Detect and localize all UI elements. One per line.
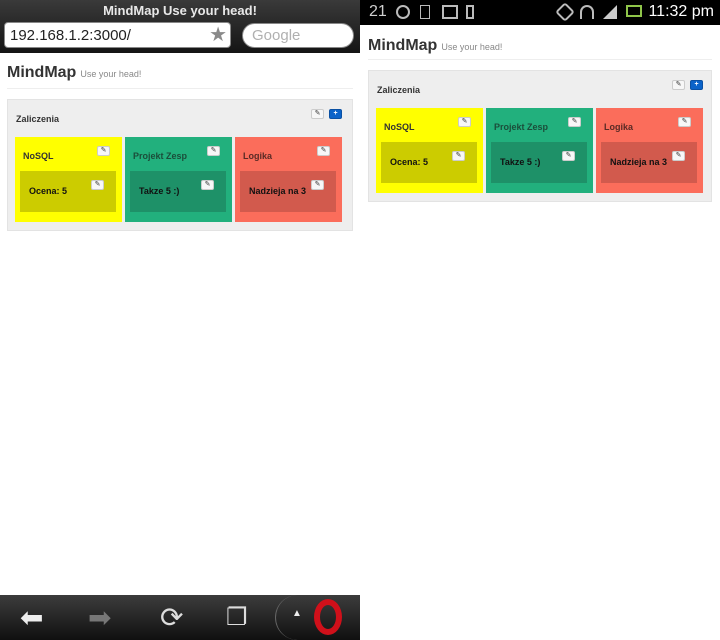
edit-column-button[interactable]: ✎: [678, 117, 691, 127]
column-card[interactable]: Projekt Zesp ✎ Takze 5 :) ✎: [486, 108, 593, 193]
browser-top-bar: MindMap Use your head! 192.168.1.2:3000/…: [0, 0, 360, 53]
opera-phone-screen: MindMap Use your head! 192.168.1.2:3000/…: [0, 0, 360, 640]
header-divider: [368, 59, 712, 60]
edit-note-button[interactable]: ✎: [91, 180, 104, 190]
brand-tagline: Use your head!: [441, 42, 503, 52]
pencil-icon: ✎: [565, 152, 572, 159]
note-card[interactable]: Ocena: 5 ✎: [20, 171, 116, 212]
status-bar: 21 11:32 pm: [360, 0, 720, 25]
note-text: Nadzieja na 3: [610, 157, 668, 167]
pencil-icon: ✎: [314, 110, 321, 117]
pencil-icon: ✎: [100, 147, 107, 154]
note-card[interactable]: Ocena: 5 ✎: [381, 142, 477, 183]
note-card[interactable]: Takze 5 :) ✎: [491, 142, 587, 183]
edit-note-button[interactable]: ✎: [201, 180, 214, 190]
note-text: Takze 5 :): [139, 186, 180, 196]
phone-icon: [466, 5, 474, 19]
forward-arrow-icon[interactable]: ➡: [88, 602, 111, 634]
pencil-icon: ✎: [455, 152, 462, 159]
edit-note-button[interactable]: ✎: [562, 151, 575, 161]
note-card[interactable]: Takze 5 :) ✎: [130, 171, 226, 212]
header-divider: [7, 88, 353, 89]
board-title: Zaliczenia: [16, 114, 60, 124]
bookmark-star-icon[interactable]: ★: [209, 24, 227, 46]
pencil-icon: ✎: [314, 181, 321, 188]
column-title: Logika: [243, 151, 273, 161]
caret-up-icon: ▲: [292, 608, 302, 619]
add-column-button[interactable]: +: [690, 80, 703, 90]
edit-note-button[interactable]: ✎: [672, 151, 685, 161]
page-header: MindMap Use your head!: [368, 37, 502, 55]
opera-logo-icon: [314, 599, 342, 635]
board-panel: Zaliczenia ✎ + NoSQL ✎ Ocena: 5 ✎ Projek…: [368, 70, 712, 202]
column-card[interactable]: Logika ✎ Nadzieja na 3 ✎: [596, 108, 703, 193]
column-title: Logika: [604, 122, 634, 132]
android-phone-screen: 21 11:32 pm MindMap Use your head! Zalicz…: [360, 0, 720, 640]
address-bar[interactable]: 192.168.1.2:3000/ ★: [4, 22, 231, 48]
vibrate-icon: [555, 2, 575, 22]
edit-note-button[interactable]: ✎: [452, 151, 465, 161]
column-card[interactable]: Logika ✎ Nadzieja na 3 ✎: [235, 137, 342, 222]
brand-title[interactable]: MindMap: [368, 37, 437, 54]
wifi-icon: [580, 5, 594, 19]
edit-column-button[interactable]: ✎: [317, 146, 330, 156]
note-card[interactable]: Nadzieja na 3 ✎: [601, 142, 697, 183]
reload-icon[interactable]: ⟳: [160, 602, 183, 634]
column-title: Projekt Zesp: [494, 122, 549, 132]
edit-note-button[interactable]: ✎: [311, 180, 324, 190]
notification-count: 21: [369, 3, 387, 20]
note-text: Ocena: 5: [390, 157, 429, 167]
page-header: MindMap Use your head!: [7, 64, 141, 82]
pencil-icon: ✎: [94, 181, 101, 188]
signal-icon: [603, 5, 617, 19]
add-column-button[interactable]: +: [329, 109, 342, 119]
search-placeholder: Google: [252, 27, 301, 44]
edit-column-button[interactable]: ✎: [207, 146, 220, 156]
pencil-icon: ✎: [461, 118, 468, 125]
note-text: Nadzieja na 3: [249, 186, 307, 196]
usb-icon: [420, 5, 430, 19]
pencil-icon: ✎: [571, 118, 578, 125]
back-arrow-icon[interactable]: ⬅: [20, 602, 43, 634]
edit-board-button[interactable]: ✎: [672, 80, 685, 90]
browser-page-title: MindMap Use your head!: [103, 3, 257, 18]
pencil-icon: ✎: [675, 81, 682, 88]
edit-column-button[interactable]: ✎: [458, 117, 471, 127]
column-title: NoSQL: [384, 122, 415, 132]
edit-column-button[interactable]: ✎: [568, 117, 581, 127]
brand-tagline: Use your head!: [80, 69, 142, 79]
edit-board-button[interactable]: ✎: [311, 109, 324, 119]
browser-bottom-bar: ⬅ ➡ ⟳ ❐ ▲: [0, 595, 360, 640]
battery-icon: [626, 5, 642, 17]
clock: 11:32 pm: [648, 3, 714, 20]
pencil-icon: ✎: [210, 147, 217, 154]
pencil-icon: ✎: [675, 152, 682, 159]
note-text: Takze 5 :): [500, 157, 541, 167]
pencil-icon: ✎: [320, 147, 327, 154]
note-card[interactable]: Nadzieja na 3 ✎: [240, 171, 336, 212]
board-panel: Zaliczenia ✎ + NoSQL ✎ Ocena: 5 ✎ Projek…: [7, 99, 353, 231]
column-title: NoSQL: [23, 151, 54, 161]
pencil-icon: ✎: [681, 118, 688, 125]
column-card[interactable]: NoSQL ✎ Ocena: 5 ✎: [15, 137, 122, 222]
column-card[interactable]: NoSQL ✎ Ocena: 5 ✎: [376, 108, 483, 193]
note-text: Ocena: 5: [29, 186, 68, 196]
pencil-icon: ✎: [204, 181, 211, 188]
tabs-icon[interactable]: ❐: [226, 602, 248, 634]
column-title: Projekt Zesp: [133, 151, 188, 161]
opera-menu-button[interactable]: ▲: [275, 595, 360, 640]
search-field[interactable]: Google: [242, 23, 354, 48]
address-text: 192.168.1.2:3000/: [10, 27, 131, 44]
edit-column-button[interactable]: ✎: [97, 146, 110, 156]
power-icon: [396, 5, 410, 19]
gallery-icon: [442, 5, 458, 19]
board-title: Zaliczenia: [377, 85, 421, 95]
column-card[interactable]: Projekt Zesp ✎ Takze 5 :) ✎: [125, 137, 232, 222]
brand-title[interactable]: MindMap: [7, 64, 76, 81]
